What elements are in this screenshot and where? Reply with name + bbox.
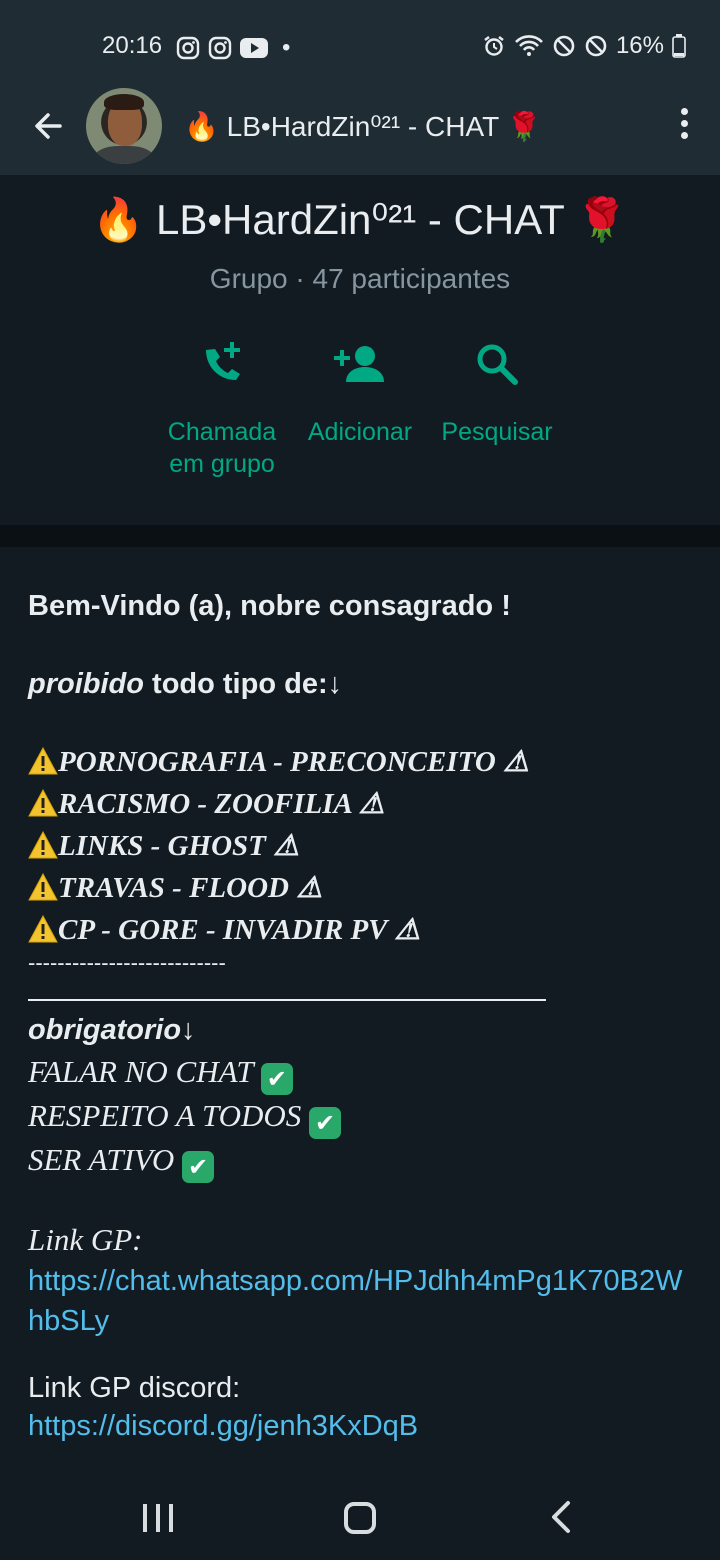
- prohibited-rest: todo tipo de:↓: [143, 668, 343, 700]
- link-gp[interactable]: https://chat.whatsapp.com/HPJdhh4mPg1K70…: [28, 1261, 698, 1341]
- horizontal-rule: [28, 999, 546, 1001]
- add-person-icon: [334, 346, 384, 382]
- mandatory-item: RESPEITO A TODOS ✔: [28, 1095, 698, 1139]
- check-icon: ✔: [309, 1107, 342, 1139]
- rule-item: RACISMO - ZOOFILIA ⚠: [28, 783, 698, 825]
- warning-icon: [28, 747, 58, 775]
- mandatory-item: FALAR NO CHAT ✔: [28, 1051, 698, 1095]
- check-icon: ✔: [182, 1151, 215, 1183]
- system-nav-bar: [0, 1476, 720, 1560]
- group-info: 🔥 LB•HardZin⁰²¹ - CHAT 🌹 Grupo · 47 part…: [0, 175, 720, 525]
- group-avatar[interactable]: [86, 88, 162, 164]
- nav-back-icon[interactable]: [550, 1500, 572, 1534]
- warning-icon: [28, 873, 58, 901]
- group-description: Bem-Vindo (a), nobre consagrado ! proibi…: [28, 585, 698, 1445]
- back-arrow-icon[interactable]: [28, 106, 68, 146]
- add-participant-button[interactable]: Adicionar: [290, 340, 430, 448]
- block-icon: [553, 35, 575, 57]
- search-button[interactable]: Pesquisar: [427, 340, 567, 448]
- status-dot: •: [282, 34, 291, 61]
- link-discord-label: Link GP discord:: [28, 1372, 241, 1404]
- status-bar: 20:16 • 16%: [0, 0, 720, 92]
- recents-icon[interactable]: [143, 1504, 173, 1532]
- search-icon: [477, 344, 518, 385]
- group-call-button[interactable]: Chamada em grupo: [152, 340, 292, 480]
- search-label: Pesquisar: [441, 418, 553, 446]
- group-call-icon: [206, 342, 240, 380]
- app-bar: 🔥 LB•HardZin⁰²¹ - CHAT 🌹: [0, 80, 720, 175]
- wifi-icon: [515, 35, 543, 56]
- add-participant-label: Adicionar: [307, 418, 413, 446]
- group-actions: Chamada em grupo Adicionar Pesquisar: [0, 340, 720, 500]
- battery-icon: [672, 34, 686, 58]
- section-divider: [0, 525, 720, 547]
- warning-icon: [28, 789, 58, 817]
- welcome-text: Bem-Vindo (a), nobre consagrado !: [28, 590, 511, 622]
- alarm-icon: [484, 36, 504, 56]
- warning-icon: [28, 831, 58, 859]
- rule-item: PORNOGRAFIA - PRECONCEITO ⚠: [28, 741, 698, 783]
- block-icon: [585, 35, 607, 57]
- prohibited-line: proibido todo tipo de:↓: [28, 663, 698, 705]
- dashes-line: ---------------------------: [28, 950, 226, 975]
- group-name: 🔥 LB•HardZin⁰²¹ - CHAT 🌹: [92, 196, 628, 243]
- rule-item: TRAVAS - FLOOD ⚠: [28, 867, 698, 909]
- top-area: 20:16 • 16% 🔥 LB•HardZin⁰²¹ - CHAT 🌹: [0, 0, 720, 175]
- link-discord[interactable]: https://discord.gg/jenh3KxDqB: [28, 1407, 698, 1445]
- home-icon[interactable]: [344, 1502, 376, 1534]
- more-options-icon[interactable]: [678, 108, 690, 144]
- instagram-icon: [208, 36, 232, 60]
- prohibited-italic: proibido: [28, 668, 144, 700]
- header-title[interactable]: 🔥 LB•HardZin⁰²¹ - CHAT 🌹: [184, 110, 541, 143]
- youtube-icon: [240, 38, 268, 58]
- mandatory-item: SER ATIVO ✔: [28, 1139, 698, 1183]
- link-gp-label: Link GP:: [28, 1222, 143, 1257]
- mandatory-heading: obrigatorio↓: [28, 1014, 196, 1046]
- instagram-icon: [176, 36, 200, 60]
- warning-icon: [28, 915, 58, 943]
- rule-item: CP - GORE - INVADIR PV ⚠: [28, 909, 698, 951]
- group-call-label: Chamada em grupo: [167, 418, 277, 478]
- check-icon: ✔: [260, 1063, 293, 1095]
- group-subtitle: Grupo · 47 participantes: [209, 263, 511, 294]
- battery-text: 16%: [615, 32, 664, 59]
- rule-item: LINKS - GHOST ⚠: [28, 825, 698, 867]
- status-time: 20:16: [102, 32, 163, 59]
